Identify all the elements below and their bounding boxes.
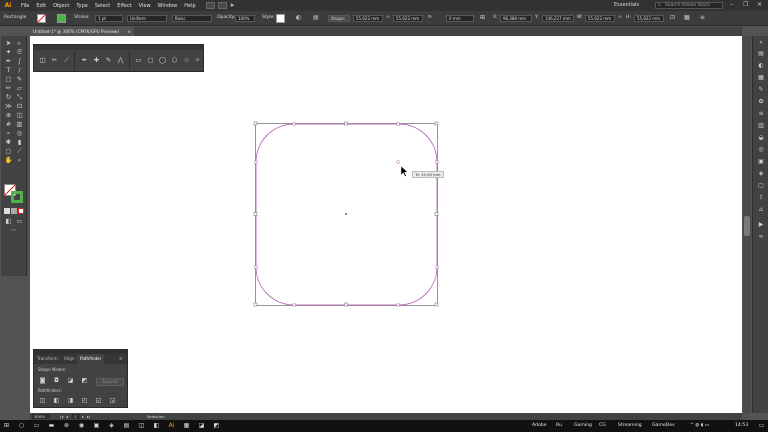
panel-header[interactable] xyxy=(34,45,203,50)
scroll-thumb[interactable] xyxy=(744,216,750,236)
app-icon[interactable]: ◫ xyxy=(137,421,146,431)
panel-tabs: Transform Align Pathfinder ≡ xyxy=(34,354,127,364)
taskbar-label-ru[interactable]: Ru xyxy=(556,420,562,432)
center-point xyxy=(345,213,347,215)
task-view-icon[interactable]: ▭ xyxy=(32,421,41,431)
actions-icon[interactable]: ▶ xyxy=(757,221,765,228)
taskbar-label-gaming[interactable]: Gaming xyxy=(574,420,592,432)
current-tool-label: Selection xyxy=(147,414,165,419)
expand-button[interactable]: Expand xyxy=(96,378,124,386)
properties-icon[interactable]: ▤ xyxy=(757,50,765,57)
shape-modes-label: Shape Modes: xyxy=(38,367,67,372)
outline-icon[interactable]: ◱ xyxy=(94,397,103,405)
prev-artboard-icon[interactable]: ◂ xyxy=(66,413,68,420)
pathfinder-panel: Transform Align Pathfinder ≡ Shape Modes… xyxy=(33,349,128,408)
search-icon[interactable]: ○ xyxy=(17,421,26,431)
trim-icon[interactable]: ◧ xyxy=(52,397,61,405)
appearance-icon[interactable]: ◎ xyxy=(757,146,765,153)
taskbar-label-adobe[interactable]: Adobe xyxy=(532,420,547,432)
artboards-icon[interactable]: ▢ xyxy=(757,182,765,189)
intersect-icon[interactable]: ◪ xyxy=(66,377,75,385)
collapse-dock-icon[interactable]: « xyxy=(757,39,765,46)
exclude-icon[interactable]: ◩ xyxy=(80,377,89,385)
taskbar-label-gamedev[interactable]: GameDev xyxy=(652,420,675,432)
tab-pathfinder[interactable]: Pathfinder xyxy=(77,354,105,364)
minus-back-icon[interactable]: ◲ xyxy=(108,397,117,405)
brushes-icon[interactable]: ✎ xyxy=(757,86,765,93)
rectangle-icon[interactable]: ▭ xyxy=(134,56,143,65)
anchor-point-icon[interactable]: ⋀ xyxy=(116,56,125,65)
tab-align[interactable]: Align xyxy=(61,354,78,364)
next-artboard-icon[interactable]: ▸ xyxy=(82,413,84,420)
rounded-rectangle-icon[interactable]: ▢ xyxy=(146,56,155,65)
layers-icon[interactable]: ◈ xyxy=(757,170,765,177)
polygon-icon[interactable]: ⬡ xyxy=(170,56,179,65)
ellipse-icon[interactable]: ◯ xyxy=(158,56,167,65)
explorer-icon[interactable]: ▬ xyxy=(47,421,56,431)
windows-taskbar: ⊞ ○ ▭ ▬ ⊗ ◉ ▣ ◈ ▤ ◫ ◧ Ai ▦ ◪ ◩ Adobe Ru … xyxy=(0,420,768,432)
pen-icon[interactable]: ✒ xyxy=(80,56,89,65)
illustrator-taskbar-icon[interactable]: Ai xyxy=(167,421,176,431)
divider xyxy=(129,52,130,70)
knife-icon[interactable]: ⟋ xyxy=(62,56,71,65)
divider xyxy=(74,52,75,70)
clock: 14:53 xyxy=(735,423,749,428)
libraries-icon[interactable]: ⌂ xyxy=(757,206,765,213)
tray-icons[interactable]: ^ ◍ ◖ ▭ xyxy=(690,420,709,432)
tab-transform[interactable]: Transform xyxy=(34,354,61,364)
asset-export-icon[interactable]: ⇪ xyxy=(757,194,765,201)
transparency-icon[interactable]: ◒ xyxy=(757,134,765,141)
illustrator-window: Ai File Edit Object Type Select Effect V… xyxy=(0,0,768,432)
last-artboard-icon[interactable]: ▸| xyxy=(87,413,90,420)
app-icon[interactable]: ▣ xyxy=(92,421,101,431)
app-icon[interactable]: ◧ xyxy=(152,421,161,431)
minus-front-icon[interactable]: ◘ xyxy=(52,377,61,385)
corner-radius-tooltip: R: 15,09 mm xyxy=(412,171,445,178)
taskbar-label-cg[interactable]: CG xyxy=(599,420,606,432)
scissors-icon[interactable]: ✂ xyxy=(50,56,59,65)
zoom-field[interactable]: 300% xyxy=(32,414,50,419)
swatches-icon[interactable]: ▦ xyxy=(757,74,765,81)
symbols-icon[interactable]: ✿ xyxy=(757,98,765,105)
panel-menu-icon[interactable]: ≡ xyxy=(116,354,126,364)
live-corner-widget[interactable] xyxy=(396,160,400,164)
app-icon[interactable]: ▦ xyxy=(182,421,191,431)
first-artboard-icon[interactable]: |◂ xyxy=(60,413,63,420)
app-icon[interactable]: ◈ xyxy=(107,421,116,431)
delete-anchor-icon[interactable]: ✎ xyxy=(104,56,113,65)
notifications-icon[interactable]: ▭ xyxy=(757,421,766,431)
mouse-cursor xyxy=(400,165,409,177)
chrome-icon[interactable]: ◉ xyxy=(77,421,86,431)
right-panel-dock: « ▤ ◐ ▦ ✎ ✿ ≡ ▥ ◒ ◎ ▣ ◈ ▢ ⇪ ⌂ ▶ ∞ xyxy=(752,36,768,413)
add-anchor-icon[interactable]: ✚ xyxy=(92,56,101,65)
artboard-number-field[interactable]: 1 xyxy=(72,414,80,419)
vertical-scrollbar[interactable] xyxy=(743,36,751,413)
eraser-icon[interactable]: ◫ xyxy=(38,56,47,65)
color-icon[interactable]: ◐ xyxy=(757,62,765,69)
unite-icon[interactable]: ◙ xyxy=(38,377,47,385)
crop-icon[interactable]: ◰ xyxy=(80,397,89,405)
taskbar-label-streaming[interactable]: Streaming xyxy=(618,420,642,432)
app-icon[interactable]: ◩ xyxy=(212,421,221,431)
floating-tools-panel: ◫ ✂ ⟋ ✒ ✚ ✎ ⋀ ▭ ▢ ◯ ⬡ ☆ ✧ xyxy=(33,44,204,72)
xbox-icon[interactable]: ⊗ xyxy=(62,421,71,431)
app-icon[interactable]: ▤ xyxy=(122,421,131,431)
merge-icon[interactable]: ◨ xyxy=(66,397,75,405)
pathfinders-label: Pathfinders: xyxy=(38,388,62,393)
app-icon[interactable]: ◪ xyxy=(197,421,206,431)
flare-icon[interactable]: ✧ xyxy=(193,56,202,65)
links-icon[interactable]: ∞ xyxy=(757,233,765,240)
graphic-styles-icon[interactable]: ▣ xyxy=(757,158,765,165)
gradient-icon[interactable]: ▥ xyxy=(757,122,765,129)
status-bar: 300% |◂ ◂ 1 ▸ ▸| Selection xyxy=(30,413,742,420)
divide-icon[interactable]: ◫ xyxy=(38,397,47,405)
stroke-icon[interactable]: ≡ xyxy=(757,110,765,117)
star-icon[interactable]: ☆ xyxy=(182,56,191,65)
start-icon[interactable]: ⊞ xyxy=(2,421,11,431)
